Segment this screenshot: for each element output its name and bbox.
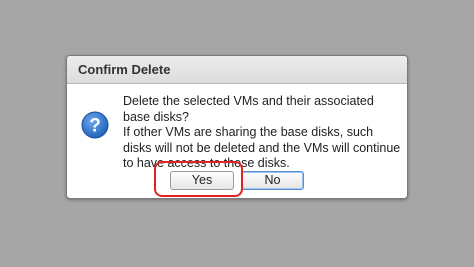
svg-text:?: ? (89, 116, 101, 137)
yes-button-highlight (154, 161, 243, 197)
dialog-titlebar: Confirm Delete (67, 56, 407, 84)
no-button[interactable]: No (241, 171, 304, 190)
question-mark-icon: ? (81, 111, 109, 139)
dialog-message: Delete the selected VMs and their associ… (123, 94, 403, 172)
dialog-title: Confirm Delete (78, 62, 171, 77)
message-line-1: Delete the selected VMs and their associ… (123, 94, 374, 124)
